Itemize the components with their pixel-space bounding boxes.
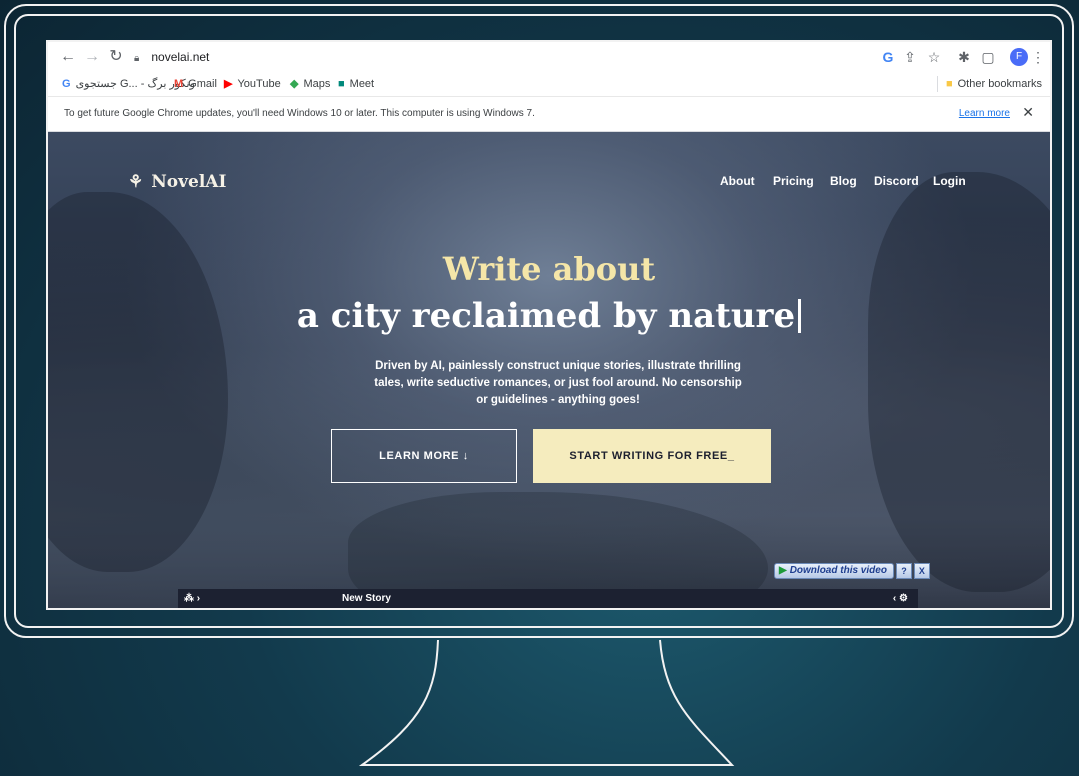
nav-login[interactable]: Login bbox=[933, 174, 966, 188]
google-icon: G bbox=[62, 78, 71, 90]
bookmark-gmail[interactable]: M Gmail bbox=[174, 76, 217, 92]
download-video-button[interactable]: ▶ Download this video bbox=[774, 563, 894, 579]
maps-icon: ◆ bbox=[290, 78, 299, 90]
app-bar-right-icons[interactable]: ‹ ⚙ bbox=[893, 593, 908, 604]
background-rock bbox=[868, 172, 1050, 592]
address-bar[interactable]: 🔒︎ novelai.net bbox=[134, 47, 894, 67]
hero-subheading: a city reclaimed by nature bbox=[48, 296, 1050, 336]
side-panel-icon[interactable]: ▢ bbox=[978, 47, 998, 67]
star-icon[interactable]: ☆ bbox=[924, 47, 944, 67]
help-icon[interactable]: ? bbox=[895, 563, 912, 579]
back-icon[interactable]: ← bbox=[58, 47, 78, 67]
bookmark-youtube[interactable]: ▶ YouTube bbox=[224, 76, 281, 92]
bookmark-maps[interactable]: ◆ Maps bbox=[290, 76, 330, 92]
forward-icon[interactable]: → bbox=[82, 47, 102, 67]
hero-heading: Write about bbox=[442, 250, 656, 288]
profile-avatar[interactable]: F bbox=[1010, 48, 1028, 66]
update-infobar: To get future Google Chrome updates, you… bbox=[48, 97, 1050, 132]
url-text: novelai.net bbox=[151, 50, 210, 64]
app-bar-title: New Story bbox=[342, 593, 391, 604]
app-preview-bar: ⁂ › New Story ‹ ⚙ bbox=[178, 589, 918, 608]
youtube-icon: ▶ bbox=[224, 78, 233, 90]
menu-icon[interactable]: ⋮ bbox=[1028, 47, 1048, 67]
other-bookmarks[interactable]: ■ Other bookmarks bbox=[936, 76, 1042, 92]
share-icon[interactable]: ⇪ bbox=[900, 47, 920, 67]
app-bar-left-icons[interactable]: ⁂ › bbox=[184, 593, 200, 604]
close-icon[interactable]: X bbox=[913, 563, 930, 579]
typing-cursor bbox=[798, 299, 802, 333]
start-writing-button[interactable]: START WRITING FOR FREE_ bbox=[533, 429, 771, 483]
infobar-message: To get future Google Chrome updates, you… bbox=[64, 108, 535, 119]
lock-icon: 🔒︎ bbox=[134, 53, 140, 64]
nav-about[interactable]: About bbox=[720, 174, 755, 188]
site-logo[interactable]: ⚘ NovelAI bbox=[128, 172, 226, 192]
hero-description: Driven by AI, painlessly construct uniqu… bbox=[374, 360, 742, 406]
nav-discord[interactable]: Discord bbox=[874, 174, 919, 188]
close-icon[interactable]: ✕ bbox=[1022, 104, 1034, 121]
google-lens-icon[interactable]: G bbox=[878, 47, 898, 67]
nav-blog[interactable]: Blog bbox=[830, 174, 857, 188]
folder-icon: ■ bbox=[945, 78, 953, 90]
novelai-page: ⚘ NovelAI About Pricing Blog Discord Logi… bbox=[48, 132, 1050, 608]
gmail-icon: M bbox=[174, 78, 184, 90]
infobar-learn-more-link[interactable]: Learn more bbox=[959, 108, 1010, 119]
download-video-overlay: ▶ Download this video ? X bbox=[774, 563, 930, 579]
play-icon: ▶ bbox=[779, 565, 787, 576]
reload-icon[interactable]: ↻ bbox=[106, 47, 126, 67]
browser-toolbar: ← → ↻ 🔒︎ novelai.net G ⇪ ☆ ✱ ▢ F ⋮ bbox=[48, 42, 1050, 72]
extensions-icon[interactable]: ✱ bbox=[954, 47, 974, 67]
browser-window: ← → ↻ 🔒︎ novelai.net G ⇪ ☆ ✱ ▢ F ⋮ G جستج… bbox=[46, 40, 1052, 610]
bookmarks-bar: G جستجوی G... - ونکور برگ M Gmail ▶ YouTube… bbox=[48, 72, 1050, 97]
learn-more-button[interactable]: LEARN MORE ↓ bbox=[331, 429, 517, 483]
nav-pricing[interactable]: Pricing bbox=[773, 174, 814, 188]
bookmark-meet[interactable]: ■ Meet bbox=[338, 76, 374, 92]
background-rock bbox=[48, 192, 228, 572]
novelai-logo-icon: ⚘ bbox=[128, 172, 144, 192]
meet-icon: ■ bbox=[338, 78, 345, 90]
